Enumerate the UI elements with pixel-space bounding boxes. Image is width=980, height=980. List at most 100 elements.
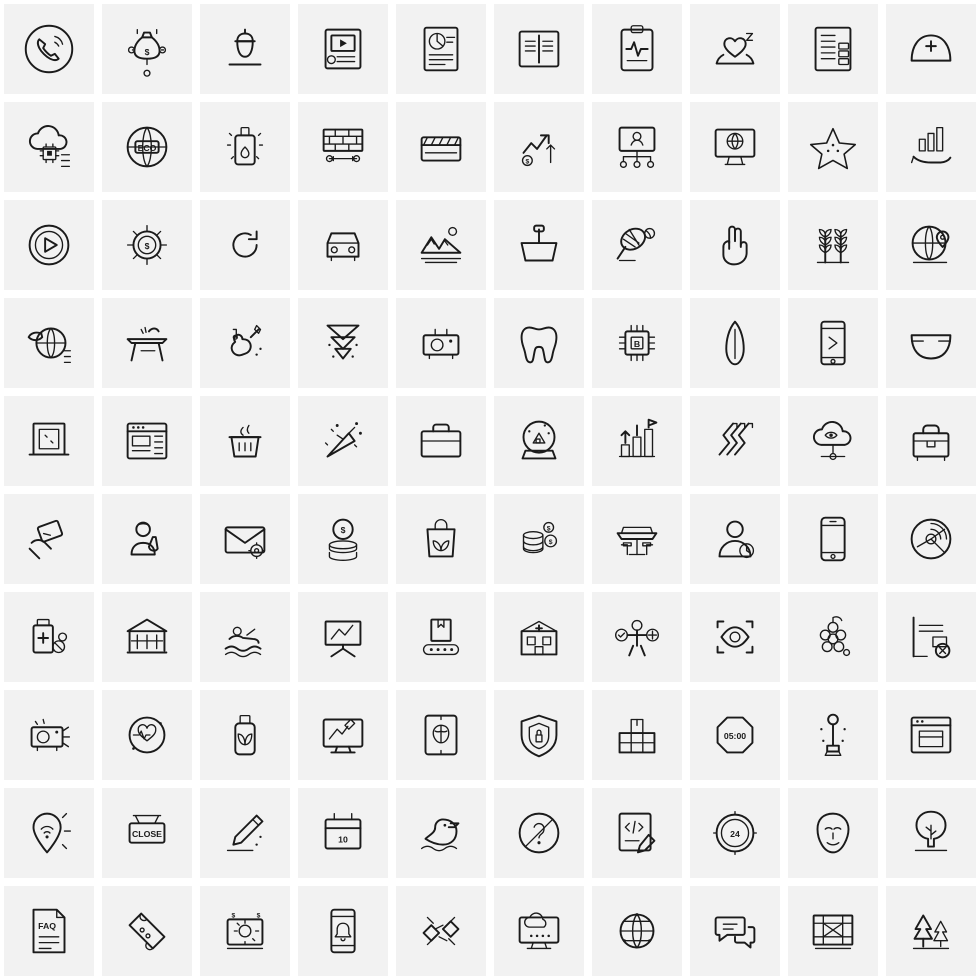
icon-cell-10-6[interactable] <box>490 882 588 980</box>
icon-cell-2-10[interactable] <box>882 98 980 196</box>
icon-cell-1-2[interactable]: $ <box>98 0 196 98</box>
icon-cell-6-4[interactable]: $ <box>294 490 392 588</box>
icon-cell-3-8[interactable] <box>686 196 784 294</box>
icon-cell-1-10[interactable] <box>882 0 980 98</box>
icon-cell-5-6[interactable] <box>490 392 588 490</box>
icon-cell-8-6[interactable] <box>490 686 588 784</box>
icon-cell-7-4[interactable] <box>294 588 392 686</box>
icon-cell-10-7[interactable] <box>588 882 686 980</box>
icon-cell-9-9[interactable] <box>784 784 882 882</box>
icon-cell-3-3[interactable] <box>196 196 294 294</box>
icon-cell-5-7[interactable] <box>588 392 686 490</box>
icon-cell-2-5[interactable] <box>392 98 490 196</box>
icon-cell-2-2[interactable]: ECO <box>98 98 196 196</box>
icon-cell-4-10[interactable] <box>882 294 980 392</box>
icon-cell-7-8[interactable] <box>686 588 784 686</box>
icon-cell-2-3[interactable] <box>196 98 294 196</box>
icon-cell-8-1[interactable] <box>0 686 98 784</box>
icon-cell-9-10[interactable] <box>882 784 980 882</box>
icon-cell-7-3[interactable] <box>196 588 294 686</box>
icon-cell-1-6[interactable] <box>490 0 588 98</box>
icon-cell-3-2[interactable]: $ <box>98 196 196 294</box>
icon-cell-4-1[interactable] <box>0 294 98 392</box>
icon-cell-4-2[interactable] <box>98 294 196 392</box>
icon-cell-2-8[interactable] <box>686 98 784 196</box>
icon-cell-7-5[interactable] <box>392 588 490 686</box>
icon-cell-10-3[interactable]: $ $ <box>196 882 294 980</box>
icon-cell-5-2[interactable] <box>98 392 196 490</box>
icon-cell-8-2[interactable] <box>98 686 196 784</box>
icon-cell-10-8[interactable] <box>686 882 784 980</box>
icon-cell-6-1[interactable] <box>0 490 98 588</box>
icon-cell-8-4[interactable] <box>294 686 392 784</box>
icon-cell-6-7[interactable] <box>588 490 686 588</box>
icon-cell-10-1[interactable]: FAQ <box>0 882 98 980</box>
icon-cell-10-4[interactable] <box>294 882 392 980</box>
icon-cell-2-1[interactable] <box>0 98 98 196</box>
icon-cell-1-1[interactable] <box>0 0 98 98</box>
icon-cell-9-6[interactable] <box>490 784 588 882</box>
icon-cell-1-5[interactable] <box>392 0 490 98</box>
icon-cell-3-4[interactable] <box>294 196 392 294</box>
icon-cell-10-10[interactable] <box>882 882 980 980</box>
icon-cell-6-6[interactable]: $ $ <box>490 490 588 588</box>
icon-cell-3-6[interactable] <box>490 196 588 294</box>
icon-cell-7-7[interactable] <box>588 588 686 686</box>
icon-cell-4-9[interactable] <box>784 294 882 392</box>
icon-cell-3-5[interactable] <box>392 196 490 294</box>
icon-cell-7-10[interactable] <box>882 588 980 686</box>
icon-cell-4-7[interactable]: B <box>588 294 686 392</box>
icon-cell-6-3[interactable] <box>196 490 294 588</box>
icon-cell-3-1[interactable] <box>0 196 98 294</box>
icon-cell-9-7[interactable] <box>588 784 686 882</box>
icon-cell-8-8[interactable]: 05:00 <box>686 686 784 784</box>
icon-cell-5-4[interactable] <box>294 392 392 490</box>
icon-cell-1-4[interactable] <box>294 0 392 98</box>
icon-cell-5-9[interactable] <box>784 392 882 490</box>
icon-cell-2-6[interactable]: $ <box>490 98 588 196</box>
icon-cell-8-5[interactable] <box>392 686 490 784</box>
icon-cell-4-3[interactable] <box>196 294 294 392</box>
icon-cell-1-7[interactable] <box>588 0 686 98</box>
icon-cell-9-4[interactable]: 10 <box>294 784 392 882</box>
icon-cell-6-5[interactable] <box>392 490 490 588</box>
icon-cell-2-7[interactable] <box>588 98 686 196</box>
icon-cell-10-5[interactable] <box>392 882 490 980</box>
icon-cell-3-7[interactable] <box>588 196 686 294</box>
icon-cell-6-10[interactable] <box>882 490 980 588</box>
icon-cell-4-6[interactable] <box>490 294 588 392</box>
icon-cell-8-7[interactable] <box>588 686 686 784</box>
icon-cell-4-8[interactable] <box>686 294 784 392</box>
icon-cell-9-1[interactable] <box>0 784 98 882</box>
icon-cell-2-9[interactable] <box>784 98 882 196</box>
icon-cell-5-10[interactable] <box>882 392 980 490</box>
icon-cell-5-3[interactable] <box>196 392 294 490</box>
icon-cell-10-9[interactable] <box>784 882 882 980</box>
icon-cell-6-8[interactable] <box>686 490 784 588</box>
icon-cell-4-5[interactable] <box>392 294 490 392</box>
icon-cell-9-8[interactable]: 24 <box>686 784 784 882</box>
icon-cell-1-9[interactable] <box>784 0 882 98</box>
icon-cell-9-5[interactable] <box>392 784 490 882</box>
icon-cell-8-10[interactable] <box>882 686 980 784</box>
icon-cell-5-1[interactable] <box>0 392 98 490</box>
icon-cell-10-2[interactable] <box>98 882 196 980</box>
icon-cell-1-3[interactable] <box>196 0 294 98</box>
icon-cell-8-9[interactable] <box>784 686 882 784</box>
icon-cell-7-1[interactable] <box>0 588 98 686</box>
icon-cell-7-6[interactable] <box>490 588 588 686</box>
icon-cell-3-10[interactable] <box>882 196 980 294</box>
icon-cell-2-4[interactable] <box>294 98 392 196</box>
icon-cell-4-4[interactable] <box>294 294 392 392</box>
icon-cell-6-9[interactable] <box>784 490 882 588</box>
icon-cell-6-2[interactable] <box>98 490 196 588</box>
icon-cell-9-3[interactable] <box>196 784 294 882</box>
icon-cell-1-8[interactable] <box>686 0 784 98</box>
icon-cell-5-5[interactable] <box>392 392 490 490</box>
icon-cell-7-9[interactable] <box>784 588 882 686</box>
icon-cell-7-2[interactable] <box>98 588 196 686</box>
icon-cell-5-8[interactable] <box>686 392 784 490</box>
icon-cell-3-9[interactable] <box>784 196 882 294</box>
icon-cell-8-3[interactable] <box>196 686 294 784</box>
icon-cell-9-2[interactable]: CLOSE <box>98 784 196 882</box>
